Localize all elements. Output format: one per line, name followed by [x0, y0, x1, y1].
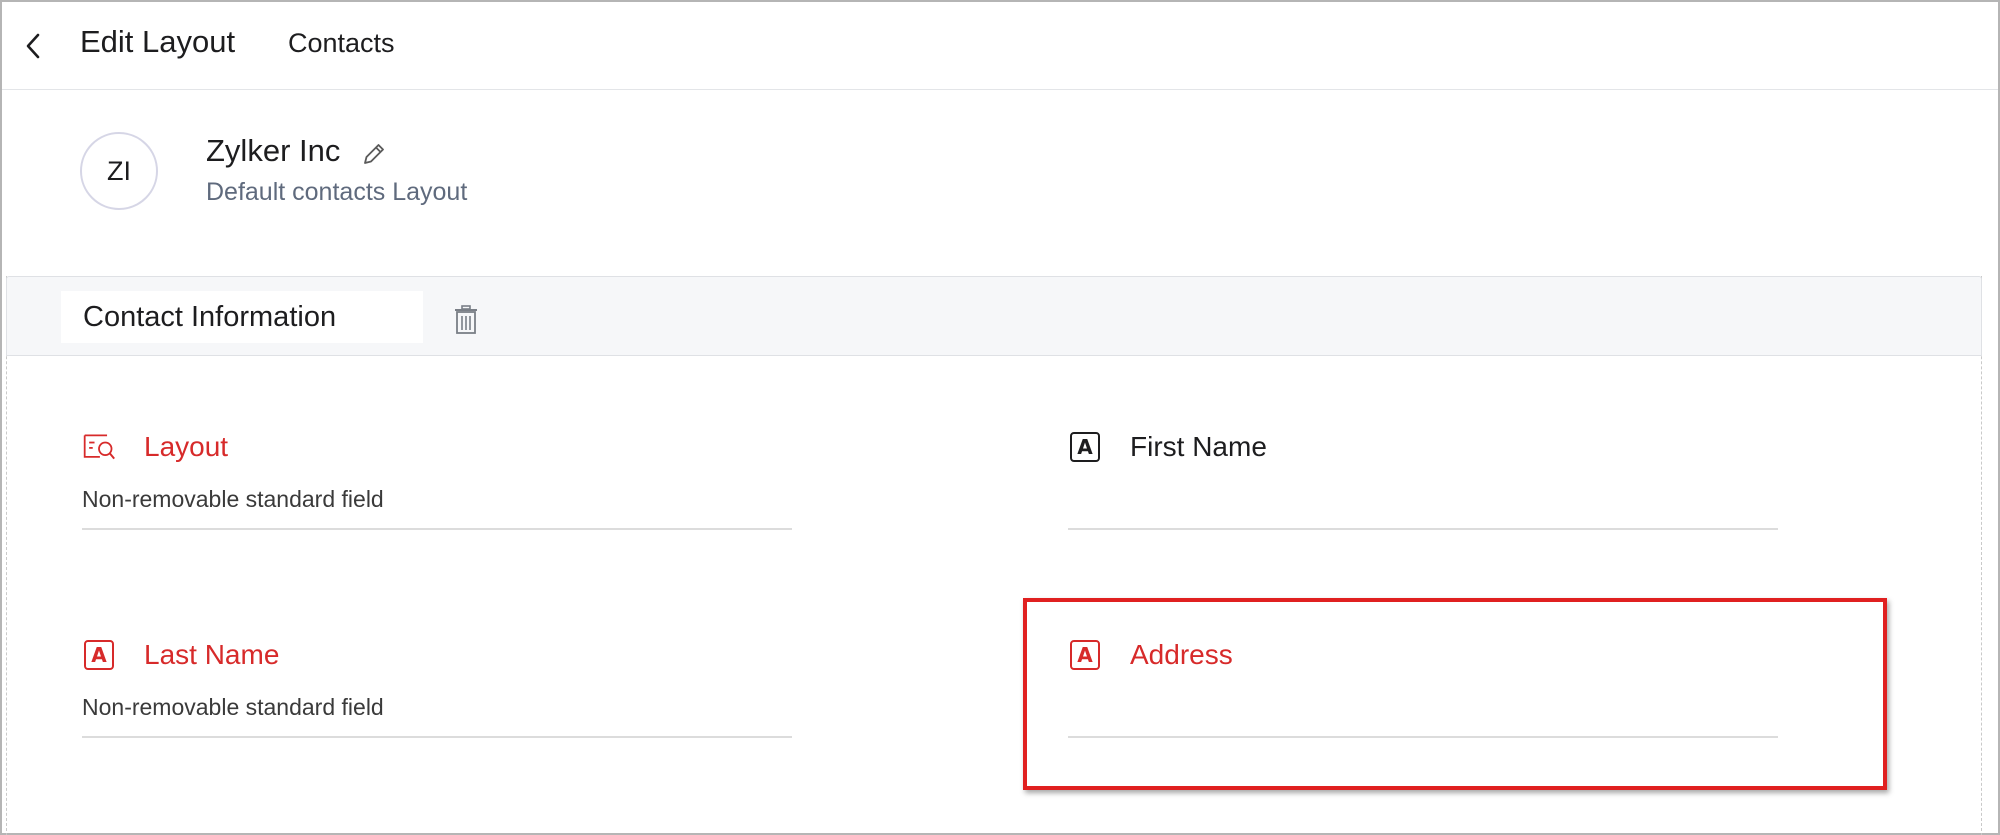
back-button[interactable] — [16, 28, 50, 64]
layout-name: Zylker Inc — [206, 133, 341, 168]
lookup-icon — [82, 430, 116, 464]
field-label-first-name: First Name — [1130, 431, 1267, 462]
field-hint-last-name: Non-removable standard field — [82, 694, 384, 720]
text-field-icon: A — [82, 638, 116, 672]
trash-icon — [455, 305, 477, 334]
layout-description: Default contacts Layout — [206, 178, 468, 206]
field-label-layout: Layout — [144, 431, 229, 462]
edit-layout-name-button[interactable] — [358, 138, 390, 170]
module-name[interactable]: Contacts — [288, 28, 395, 59]
section-header: Contact Information — [6, 276, 1982, 356]
section-title[interactable]: Contact Information — [61, 291, 423, 343]
field-hint-layout: Non-removable standard field — [82, 486, 384, 512]
page-title: Edit Layout — [80, 24, 236, 59]
field-label-last-name: Last Name — [144, 639, 280, 670]
field-underline — [82, 736, 792, 738]
avatar: ZI — [80, 132, 158, 210]
field-underline — [1068, 528, 1778, 530]
top-bar: Edit Layout Contacts — [2, 2, 1998, 90]
chevron-left-icon — [26, 33, 40, 59]
field-underline — [82, 528, 792, 530]
text-field-icon: A — [1068, 430, 1102, 464]
delete-section-button[interactable] — [451, 303, 481, 337]
pencil-icon — [364, 144, 384, 164]
highlight-annotation — [1023, 598, 1887, 790]
